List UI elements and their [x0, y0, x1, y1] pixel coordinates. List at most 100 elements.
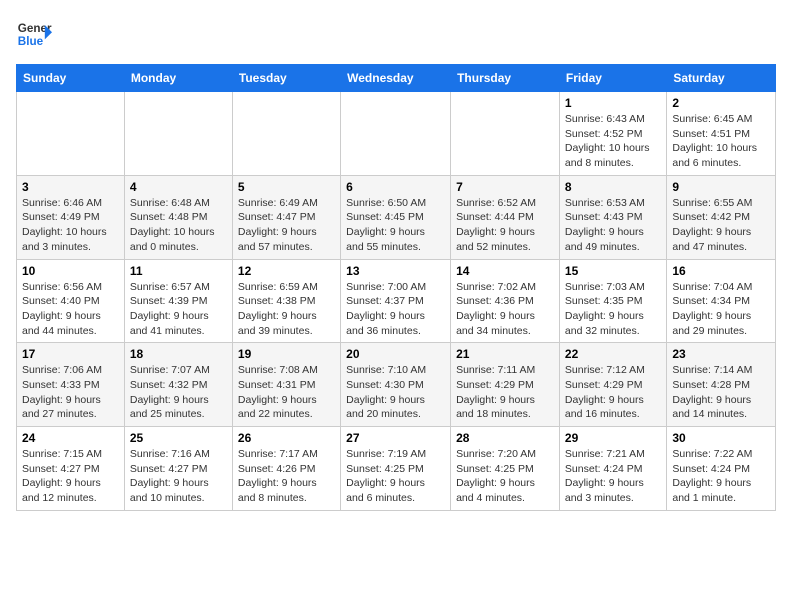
day-number: 4 — [130, 180, 227, 194]
day-number: 21 — [456, 347, 554, 361]
day-info: Sunrise: 7:10 AM Sunset: 4:30 PM Dayligh… — [346, 363, 445, 422]
day-info: Sunrise: 6:49 AM Sunset: 4:47 PM Dayligh… — [238, 196, 335, 255]
day-number: 1 — [565, 96, 661, 110]
day-cell: 23Sunrise: 7:14 AM Sunset: 4:28 PM Dayli… — [667, 343, 776, 427]
day-info: Sunrise: 7:03 AM Sunset: 4:35 PM Dayligh… — [565, 280, 661, 339]
day-number: 5 — [238, 180, 335, 194]
day-number: 22 — [565, 347, 661, 361]
day-cell: 21 Sunrise: 7:11 AM Sunset: 4:29 PM Dayli… — [451, 343, 560, 427]
day-info: Sunrise: 6:53 AM Sunset: 4:43 PM Dayligh… — [565, 196, 661, 255]
day-info: Sunrise: 7:16 AM Sunset: 4:27 PM Dayligh… — [130, 447, 227, 506]
day-info: Sunrise: 7:14 AM Sunset: 4:28 PM Dayligh… — [672, 363, 770, 422]
logo: General Blue — [16, 16, 52, 52]
day-info: Sunrise: 7:15 AM Sunset: 4:27 PM Dayligh… — [22, 447, 119, 506]
day-cell: 18 Sunrise: 7:07 AM Sunset: 4:32 PM Dayli… — [124, 343, 232, 427]
week-row: 10 Sunrise: 6:56 AM Sunset: 4:40 PM Dayli… — [17, 259, 776, 343]
week-row: 24 Sunrise: 7:15 AM Sunset: 4:27 PM Dayli… — [17, 427, 776, 511]
day-info: Sunrise: 6:56 AM Sunset: 4:40 PM Dayligh… — [22, 280, 119, 339]
day-info: Sunrise: 7:02 AM Sunset: 4:36 PM Dayligh… — [456, 280, 554, 339]
day-number: 13 — [346, 264, 445, 278]
day-cell: 7Sunrise: 6:52 AM Sunset: 4:44 PM Daylig… — [451, 175, 560, 259]
week-row: 1 Sunrise: 6:43 AM Sunset: 4:52 PM Daylig… — [17, 92, 776, 176]
day-number: 26 — [238, 431, 335, 445]
page-header: General Blue — [16, 16, 776, 52]
week-row: 17 Sunrise: 7:06 AM Sunset: 4:33 PM Dayli… — [17, 343, 776, 427]
day-number: 15 — [565, 264, 661, 278]
day-info: Sunrise: 7:21 AM Sunset: 4:24 PM Dayligh… — [565, 447, 661, 506]
day-cell — [451, 92, 560, 176]
day-cell: 1 Sunrise: 6:43 AM Sunset: 4:52 PM Daylig… — [559, 92, 666, 176]
day-number: 11 — [130, 264, 227, 278]
day-cell: 2 Sunrise: 6:45 AM Sunset: 4:51 PM Daylig… — [667, 92, 776, 176]
day-info: Sunrise: 7:11 AM Sunset: 4:29 PM Dayligh… — [456, 363, 554, 422]
day-info: Sunrise: 7:20 AM Sunset: 4:25 PM Dayligh… — [456, 447, 554, 506]
weekday-header: Thursday — [451, 65, 560, 92]
calendar-table: SundayMondayTuesdayWednesdayThursdayFrid… — [16, 64, 776, 511]
day-number: 18 — [130, 347, 227, 361]
day-number: 9 — [672, 180, 770, 194]
day-info: Sunrise: 6:48 AM Sunset: 4:48 PM Dayligh… — [130, 196, 227, 255]
day-cell: 19 Sunrise: 7:08 AM Sunset: 4:31 PM Dayli… — [232, 343, 340, 427]
day-info: Sunrise: 7:19 AM Sunset: 4:25 PM Dayligh… — [346, 447, 445, 506]
day-cell — [17, 92, 125, 176]
day-number: 12 — [238, 264, 335, 278]
week-row: 3 Sunrise: 6:46 AM Sunset: 4:49 PM Daylig… — [17, 175, 776, 259]
day-cell: 8 Sunrise: 6:53 AM Sunset: 4:43 PM Daylig… — [559, 175, 666, 259]
day-cell: 22 Sunrise: 7:12 AM Sunset: 4:29 PM Dayli… — [559, 343, 666, 427]
weekday-header: Friday — [559, 65, 666, 92]
day-cell: 27 Sunrise: 7:19 AM Sunset: 4:25 PM Dayli… — [341, 427, 451, 511]
day-info: Sunrise: 7:22 AM Sunset: 4:24 PM Dayligh… — [672, 447, 770, 506]
day-cell: 26Sunrise: 7:17 AM Sunset: 4:26 PM Dayli… — [232, 427, 340, 511]
day-cell — [232, 92, 340, 176]
day-info: Sunrise: 7:07 AM Sunset: 4:32 PM Dayligh… — [130, 363, 227, 422]
day-number: 10 — [22, 264, 119, 278]
day-cell: 9Sunrise: 6:55 AM Sunset: 4:42 PM Daylig… — [667, 175, 776, 259]
day-cell: 5 Sunrise: 6:49 AM Sunset: 4:47 PM Daylig… — [232, 175, 340, 259]
day-info: Sunrise: 7:12 AM Sunset: 4:29 PM Dayligh… — [565, 363, 661, 422]
day-cell: 29 Sunrise: 7:21 AM Sunset: 4:24 PM Dayli… — [559, 427, 666, 511]
day-number: 6 — [346, 180, 445, 194]
day-cell: 14 Sunrise: 7:02 AM Sunset: 4:36 PM Dayli… — [451, 259, 560, 343]
day-number: 24 — [22, 431, 119, 445]
day-number: 16 — [672, 264, 770, 278]
day-cell: 25Sunrise: 7:16 AM Sunset: 4:27 PM Dayli… — [124, 427, 232, 511]
day-cell: 10 Sunrise: 6:56 AM Sunset: 4:40 PM Dayli… — [17, 259, 125, 343]
day-info: Sunrise: 6:59 AM Sunset: 4:38 PM Dayligh… — [238, 280, 335, 339]
day-info: Sunrise: 7:08 AM Sunset: 4:31 PM Dayligh… — [238, 363, 335, 422]
day-info: Sunrise: 6:50 AM Sunset: 4:45 PM Dayligh… — [346, 196, 445, 255]
svg-text:Blue: Blue — [18, 35, 44, 48]
day-number: 14 — [456, 264, 554, 278]
logo-icon: General Blue — [16, 16, 52, 52]
day-info: Sunrise: 6:46 AM Sunset: 4:49 PM Dayligh… — [22, 196, 119, 255]
weekday-header: Monday — [124, 65, 232, 92]
day-number: 3 — [22, 180, 119, 194]
weekday-header: Wednesday — [341, 65, 451, 92]
day-info: Sunrise: 6:57 AM Sunset: 4:39 PM Dayligh… — [130, 280, 227, 339]
day-number: 2 — [672, 96, 770, 110]
day-info: Sunrise: 7:06 AM Sunset: 4:33 PM Dayligh… — [22, 363, 119, 422]
day-number: 29 — [565, 431, 661, 445]
day-info: Sunrise: 6:43 AM Sunset: 4:52 PM Dayligh… — [565, 112, 661, 171]
day-cell — [124, 92, 232, 176]
day-cell: 24 Sunrise: 7:15 AM Sunset: 4:27 PM Dayli… — [17, 427, 125, 511]
weekday-header-row: SundayMondayTuesdayWednesdayThursdayFrid… — [17, 65, 776, 92]
day-number: 17 — [22, 347, 119, 361]
day-cell: 15 Sunrise: 7:03 AM Sunset: 4:35 PM Dayli… — [559, 259, 666, 343]
day-cell: 12 Sunrise: 6:59 AM Sunset: 4:38 PM Dayli… — [232, 259, 340, 343]
day-number: 8 — [565, 180, 661, 194]
day-cell: 20Sunrise: 7:10 AM Sunset: 4:30 PM Dayli… — [341, 343, 451, 427]
day-number: 30 — [672, 431, 770, 445]
day-info: Sunrise: 6:52 AM Sunset: 4:44 PM Dayligh… — [456, 196, 554, 255]
day-info: Sunrise: 7:04 AM Sunset: 4:34 PM Dayligh… — [672, 280, 770, 339]
day-cell — [341, 92, 451, 176]
day-number: 19 — [238, 347, 335, 361]
day-number: 28 — [456, 431, 554, 445]
day-cell: 30 Sunrise: 7:22 AM Sunset: 4:24 PM Dayli… — [667, 427, 776, 511]
day-info: Sunrise: 7:00 AM Sunset: 4:37 PM Dayligh… — [346, 280, 445, 339]
day-cell: 13 Sunrise: 7:00 AM Sunset: 4:37 PM Dayli… — [341, 259, 451, 343]
day-info: Sunrise: 6:45 AM Sunset: 4:51 PM Dayligh… — [672, 112, 770, 171]
day-cell: 6 Sunrise: 6:50 AM Sunset: 4:45 PM Daylig… — [341, 175, 451, 259]
day-number: 27 — [346, 431, 445, 445]
day-cell: 28 Sunrise: 7:20 AM Sunset: 4:25 PM Dayli… — [451, 427, 560, 511]
weekday-header: Tuesday — [232, 65, 340, 92]
